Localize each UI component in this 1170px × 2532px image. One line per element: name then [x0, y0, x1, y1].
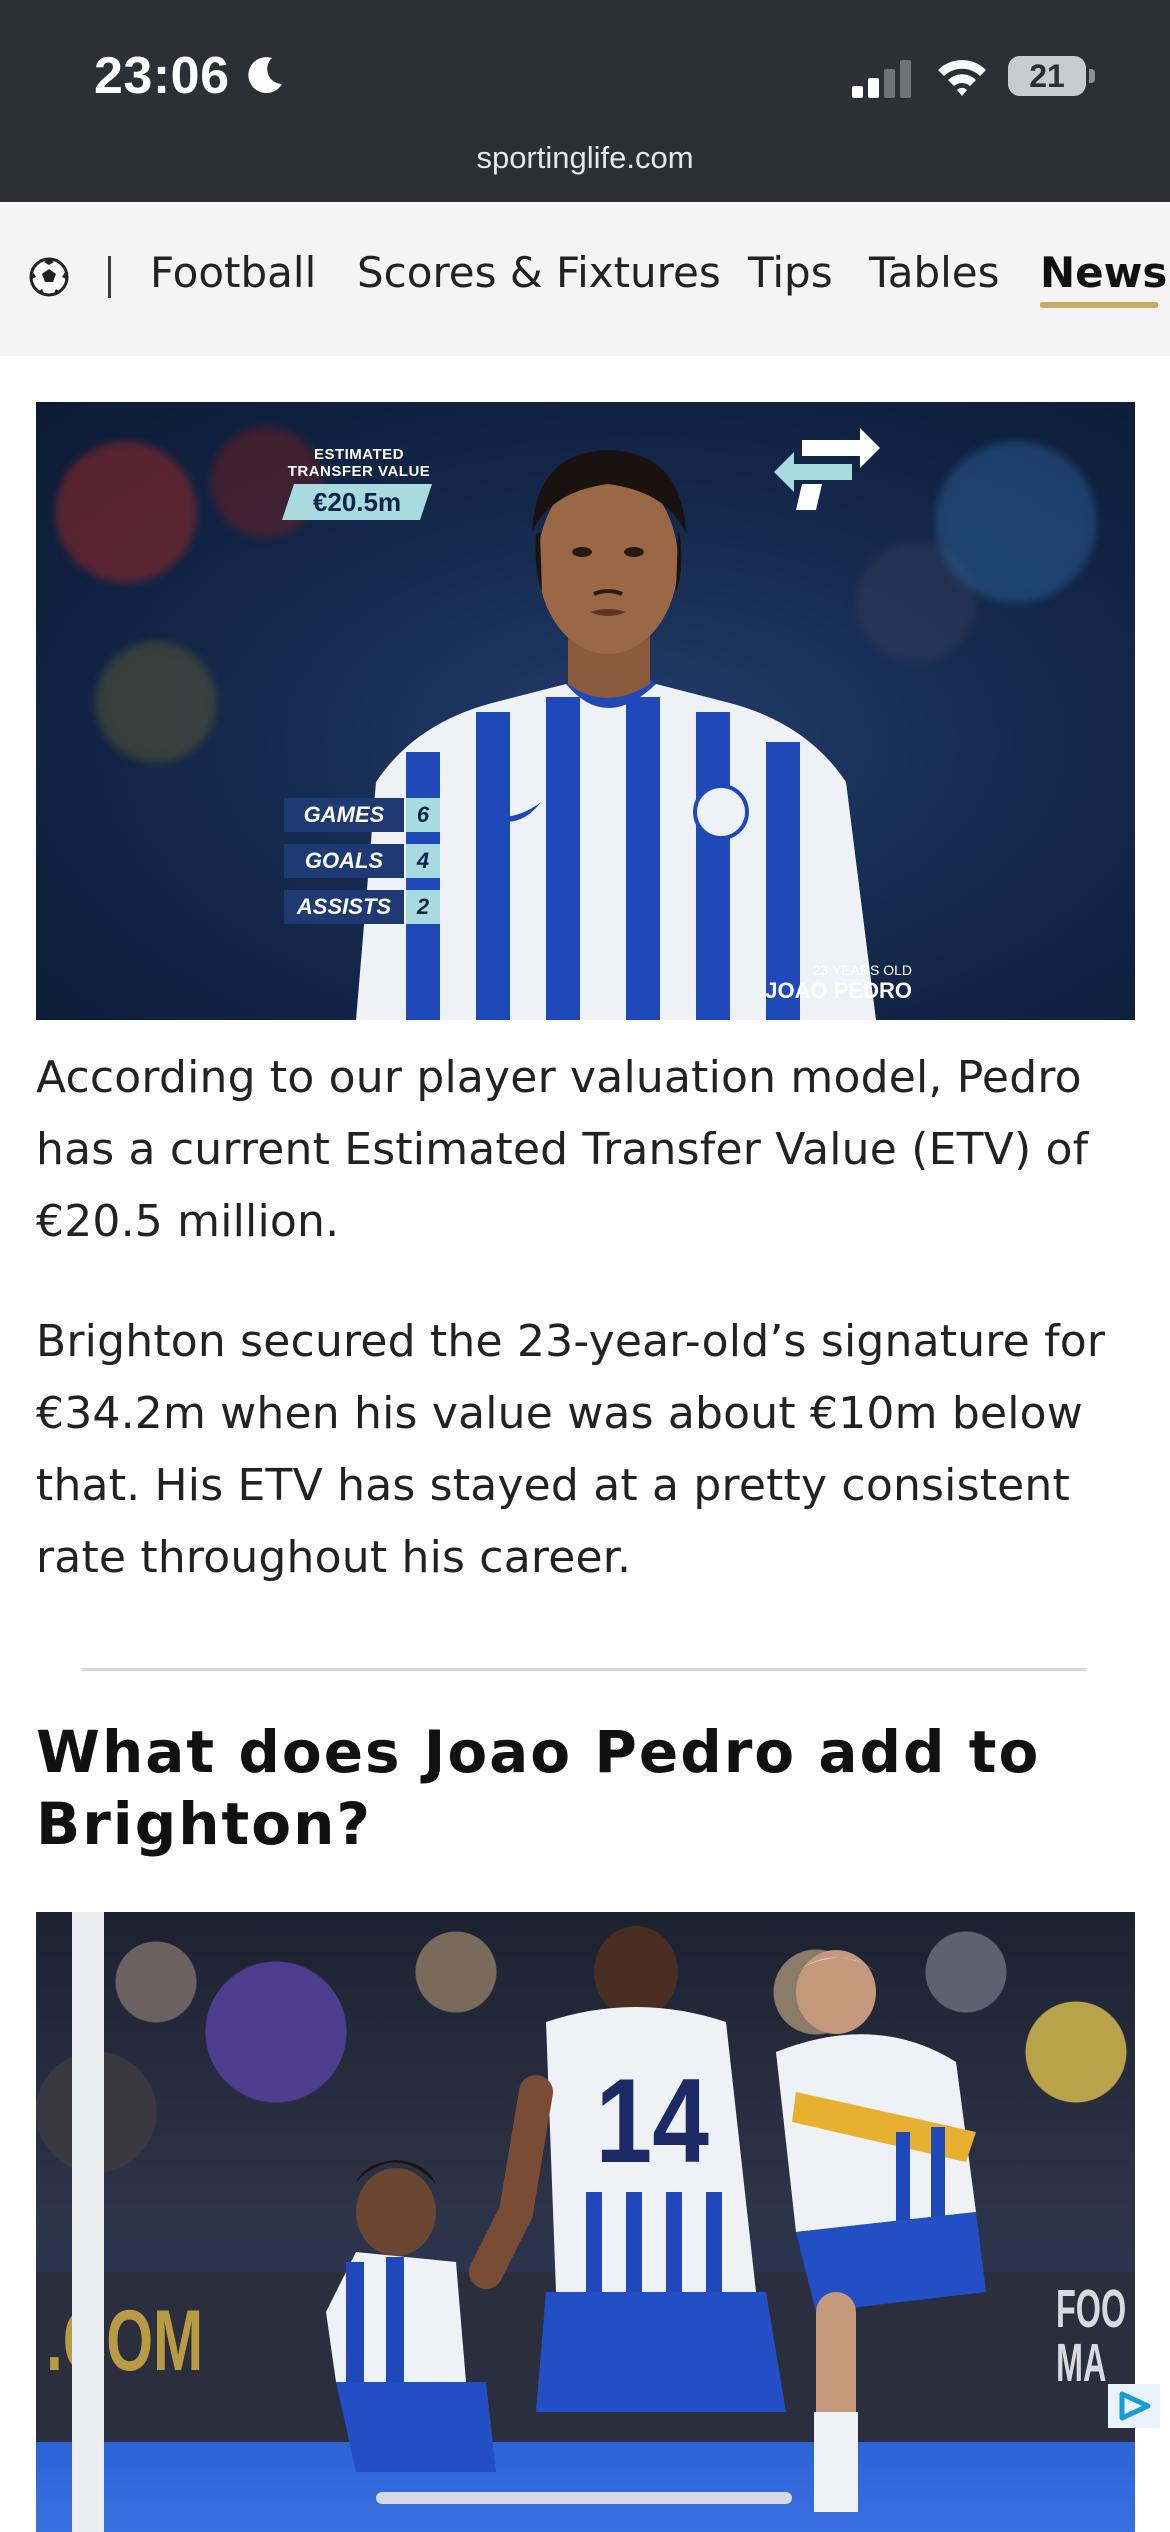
nav-item-scores-fixtures[interactable]: Scores & Fixtures: [357, 248, 721, 297]
player-graphic: ESTIMATED TRANSFER VALUE €20.5m GAMES 6 …: [36, 402, 1135, 1020]
player-age: 23 YEARS OLD: [812, 962, 912, 978]
stat-value: 4: [406, 844, 440, 878]
board-text: .COM: [46, 2293, 204, 2389]
wifi-icon: [938, 60, 986, 96]
stat-value: 2: [406, 890, 440, 924]
nav-item-football[interactable]: Football: [150, 248, 316, 297]
etv-label: ESTIMATED TRANSFER VALUE: [287, 446, 431, 480]
moon-icon: [248, 57, 282, 94]
adchoices-icon[interactable]: [1108, 2384, 1160, 2428]
cellular-signal-icon: [852, 60, 911, 98]
nav-item-tables[interactable]: Tables: [869, 248, 1000, 297]
nav-active-underline: [1040, 302, 1158, 308]
url-bar[interactable]: sportinglife.com: [0, 140, 1170, 176]
svg-text:14: 14: [596, 2053, 710, 2188]
status-bar: 23:06 21 sportinglife.com: [0, 0, 1170, 202]
football-icon[interactable]: [28, 256, 70, 298]
nav-separator: [108, 256, 111, 298]
stat-label: GAMES: [284, 798, 404, 832]
player-name: JOAO PEDRO: [765, 978, 912, 1003]
article-paragraph: Brighton secured the 23-year-old’s signa…: [36, 1316, 1106, 1583]
celebration-photo: .COM FOO MA 14: [36, 1912, 1135, 2532]
goal-post: [72, 1912, 104, 2532]
stat-label: ASSISTS: [284, 890, 404, 924]
stat-value: 6: [406, 798, 440, 832]
status-time: 23:06: [94, 47, 230, 105]
transfer-arrows-logo: [774, 428, 880, 510]
stat-label: GOALS: [284, 844, 404, 878]
nav-item-news[interactable]: News: [1040, 248, 1167, 297]
battery-indicator: 21: [1008, 56, 1086, 96]
etv-value: €20.5m: [282, 484, 432, 520]
section-divider: [82, 1668, 1086, 1671]
nav-item-tips[interactable]: Tips: [748, 248, 833, 297]
players-celebrating: 14: [326, 1926, 986, 2512]
section-heading: What does Joao Pedro add to Brighton?: [36, 1718, 1041, 1858]
article-paragraph: According to our player valuation model,…: [36, 1052, 1089, 1247]
battery-tip: [1089, 69, 1095, 83]
battery-level: 21: [1029, 58, 1065, 94]
home-indicator[interactable]: [376, 2492, 792, 2504]
board-text-right: FOO MA: [1056, 2279, 1127, 2393]
